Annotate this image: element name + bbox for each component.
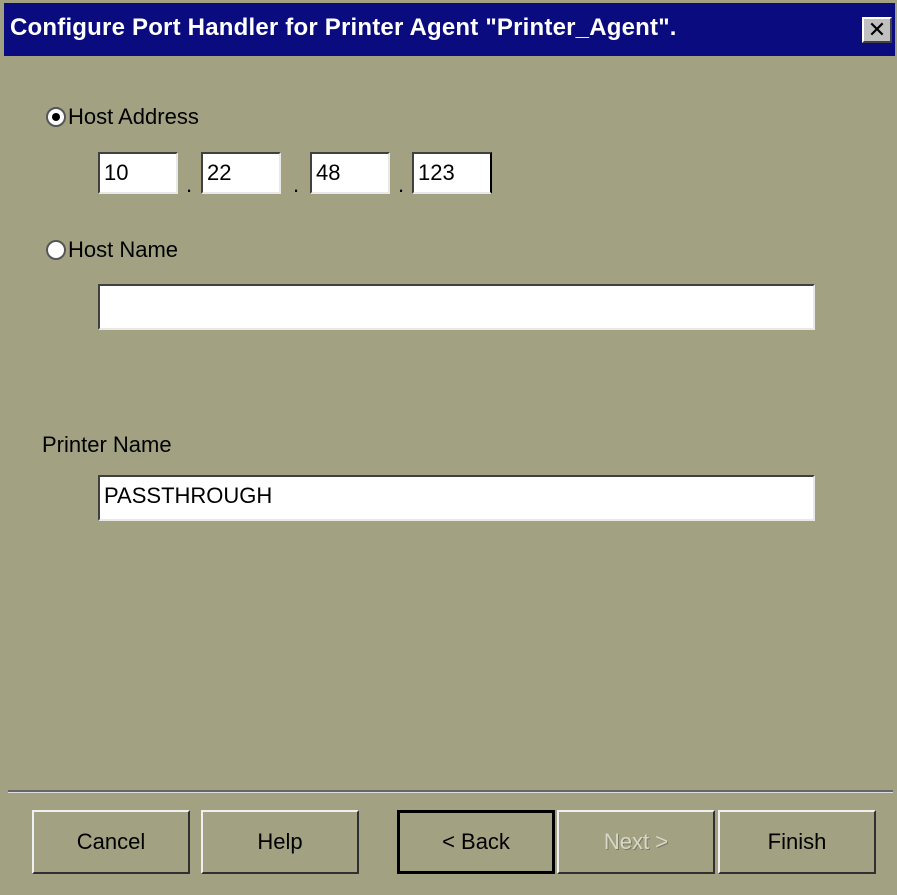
close-icon: ✕ bbox=[867, 17, 887, 42]
button-bar-divider bbox=[8, 790, 893, 793]
help-button-label: Help bbox=[257, 829, 303, 854]
ip-separator: . bbox=[293, 172, 300, 197]
host-name-radio[interactable]: Host Name bbox=[46, 237, 178, 263]
radio-checked-icon bbox=[46, 107, 66, 127]
host-name-label: Host Name bbox=[68, 237, 179, 262]
help-button[interactable]: Help bbox=[201, 810, 359, 874]
next-button-label: Next > bbox=[603, 829, 669, 854]
cancel-button-label: Cancel bbox=[76, 829, 146, 854]
ip-separator: . bbox=[398, 172, 405, 197]
radio-unchecked-icon bbox=[46, 240, 66, 260]
back-button-label: < Back bbox=[442, 829, 510, 854]
host-name-input[interactable] bbox=[98, 284, 815, 330]
configure-port-handler-dialog: Configure Port Handler for Printer Agent… bbox=[0, 0, 897, 895]
printer-name-label: Printer Name bbox=[42, 432, 172, 457]
ip-separator: . bbox=[186, 172, 193, 197]
host-address-label: Host Address bbox=[68, 104, 199, 129]
dialog-title: Configure Port Handler for Printer Agent… bbox=[10, 14, 677, 41]
finish-button-label: Finish bbox=[767, 829, 827, 854]
title-bar: Configure Port Handler for Printer Agent… bbox=[4, 3, 895, 56]
ip-octet-2-input[interactable]: 22 bbox=[201, 152, 281, 194]
cancel-button[interactable]: Cancel bbox=[32, 810, 190, 874]
ip-octet-1-input[interactable]: 10 bbox=[98, 152, 178, 194]
back-button[interactable]: < Back bbox=[397, 810, 555, 874]
printer-name-input[interactable]: PASSTHROUGH bbox=[98, 475, 815, 521]
ip-octet-4-input[interactable]: 123 bbox=[412, 152, 492, 194]
close-button[interactable]: ✕ bbox=[862, 17, 892, 43]
host-address-radio[interactable]: Host Address bbox=[46, 104, 199, 130]
next-button[interactable]: Next > bbox=[557, 810, 715, 874]
ip-octet-3-input[interactable]: 48 bbox=[310, 152, 390, 194]
finish-button[interactable]: Finish bbox=[718, 810, 876, 874]
